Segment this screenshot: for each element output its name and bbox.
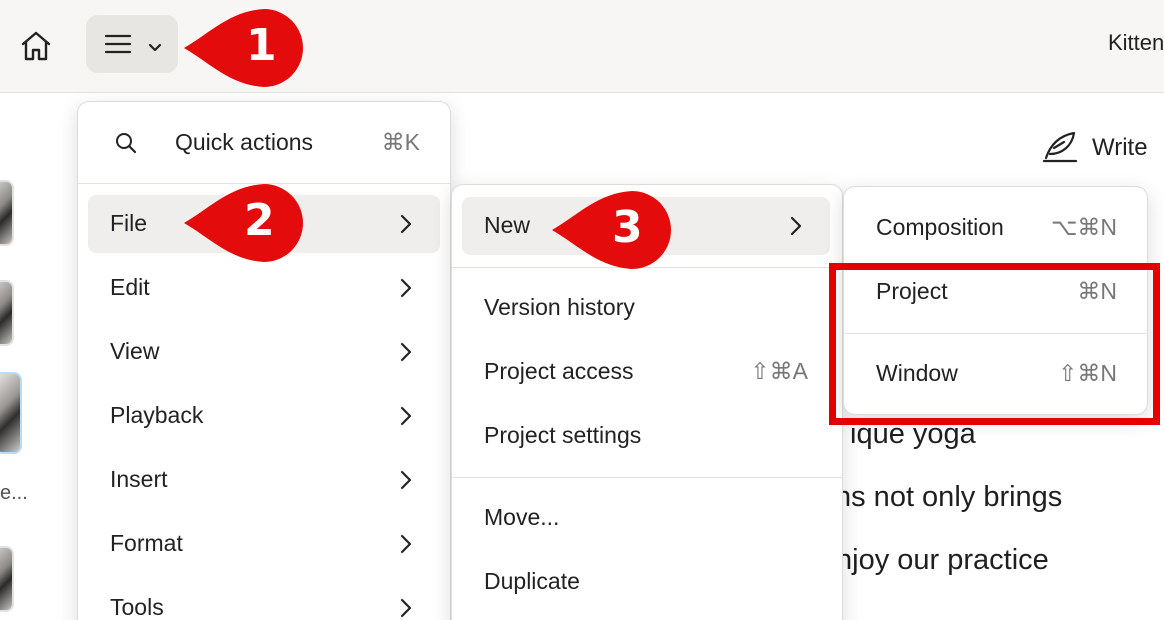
document-title: Kitten xyxy=(1108,30,1164,55)
menu-separator xyxy=(452,477,842,478)
thumbnail-label: e... xyxy=(0,482,28,504)
document-text: ns not only brings xyxy=(835,481,1063,513)
chevron-down-icon xyxy=(148,43,162,52)
slide-thumbnail-selected[interactable] xyxy=(0,372,22,454)
chevron-right-icon xyxy=(400,534,412,554)
main-menu: Quick actions ⌘K File Edit View Playback… xyxy=(77,101,451,620)
slide-thumbnail[interactable] xyxy=(0,546,14,612)
highlight-box xyxy=(829,263,1160,425)
document-text: njoy our practice xyxy=(836,544,1049,576)
hamburger-icon xyxy=(104,34,132,54)
callout-number: 3 xyxy=(612,202,643,253)
menu-item-label: Playback xyxy=(110,402,204,428)
write-label: Write xyxy=(1092,134,1148,161)
menu-item-tools[interactable]: Tools xyxy=(88,579,440,620)
menu-item-version-history[interactable]: Version history xyxy=(462,279,830,337)
menu-item-format[interactable]: Format xyxy=(88,515,440,573)
menu-item-label: Project access xyxy=(484,358,634,384)
menu-item-label: Quick actions xyxy=(175,129,314,155)
menu-item-label: Insert xyxy=(110,466,168,492)
menu-item-shortcut: ⌘K xyxy=(381,129,420,155)
quill-icon xyxy=(1042,131,1078,163)
callout-badge-1: 1 xyxy=(180,5,308,91)
main-menu-button[interactable] xyxy=(86,15,178,73)
menu-item-label: Move... xyxy=(484,504,560,530)
slide-thumbnail[interactable] xyxy=(0,280,14,346)
menu-item-insert[interactable]: Insert xyxy=(88,451,440,509)
menu-item-label: File xyxy=(110,210,148,236)
slide-thumbnail[interactable] xyxy=(0,180,14,246)
menu-item-quick-actions[interactable]: Quick actions ⌘K xyxy=(88,114,442,172)
chevron-right-icon xyxy=(400,278,412,298)
menu-item-edit[interactable]: Edit xyxy=(88,259,440,317)
menu-item-playback[interactable]: Playback xyxy=(88,387,440,445)
menu-item-label: Version history xyxy=(484,294,635,320)
chevron-right-icon xyxy=(790,216,802,236)
menu-item-label: View xyxy=(110,338,160,364)
chevron-right-icon xyxy=(400,406,412,426)
chevron-right-icon xyxy=(400,470,412,490)
menu-item-label: Project settings xyxy=(484,422,642,448)
menu-item-label: Format xyxy=(110,530,183,556)
menu-item-label: Duplicate xyxy=(484,568,580,594)
callout-badge-2: 2 xyxy=(180,180,308,266)
chevron-right-icon xyxy=(400,214,412,234)
menu-item-label: Tools xyxy=(110,594,164,620)
menu-item-label: Composition xyxy=(876,214,1004,240)
menu-item-composition[interactable]: Composition ⌥⌘N xyxy=(854,199,1139,257)
callout-number: 2 xyxy=(244,195,275,246)
menu-item-move[interactable]: Move... xyxy=(462,489,830,547)
callout-pointer-shape xyxy=(184,9,303,87)
chevron-right-icon xyxy=(400,342,412,362)
callout-number: 1 xyxy=(246,20,277,71)
home-icon xyxy=(21,31,51,61)
home-button[interactable] xyxy=(16,26,56,66)
menu-item-label: Edit xyxy=(110,274,150,300)
top-bar: Kitten xyxy=(0,0,1164,93)
search-icon xyxy=(116,133,137,154)
menu-item-label: New xyxy=(484,212,531,238)
menu-item-shortcut: ⇧⌘A xyxy=(750,358,808,384)
menu-item-project-settings[interactable]: Project settings xyxy=(462,407,830,465)
menu-item-duplicate[interactable]: Duplicate xyxy=(462,553,830,611)
menu-item-view[interactable]: View xyxy=(88,323,440,381)
callout-badge-3: 3 xyxy=(548,187,676,273)
menu-item-shortcut: ⌥⌘N xyxy=(1050,214,1117,240)
menu-item-project-access[interactable]: Project access ⇧⌘A xyxy=(462,343,830,401)
chevron-right-icon xyxy=(400,598,412,618)
